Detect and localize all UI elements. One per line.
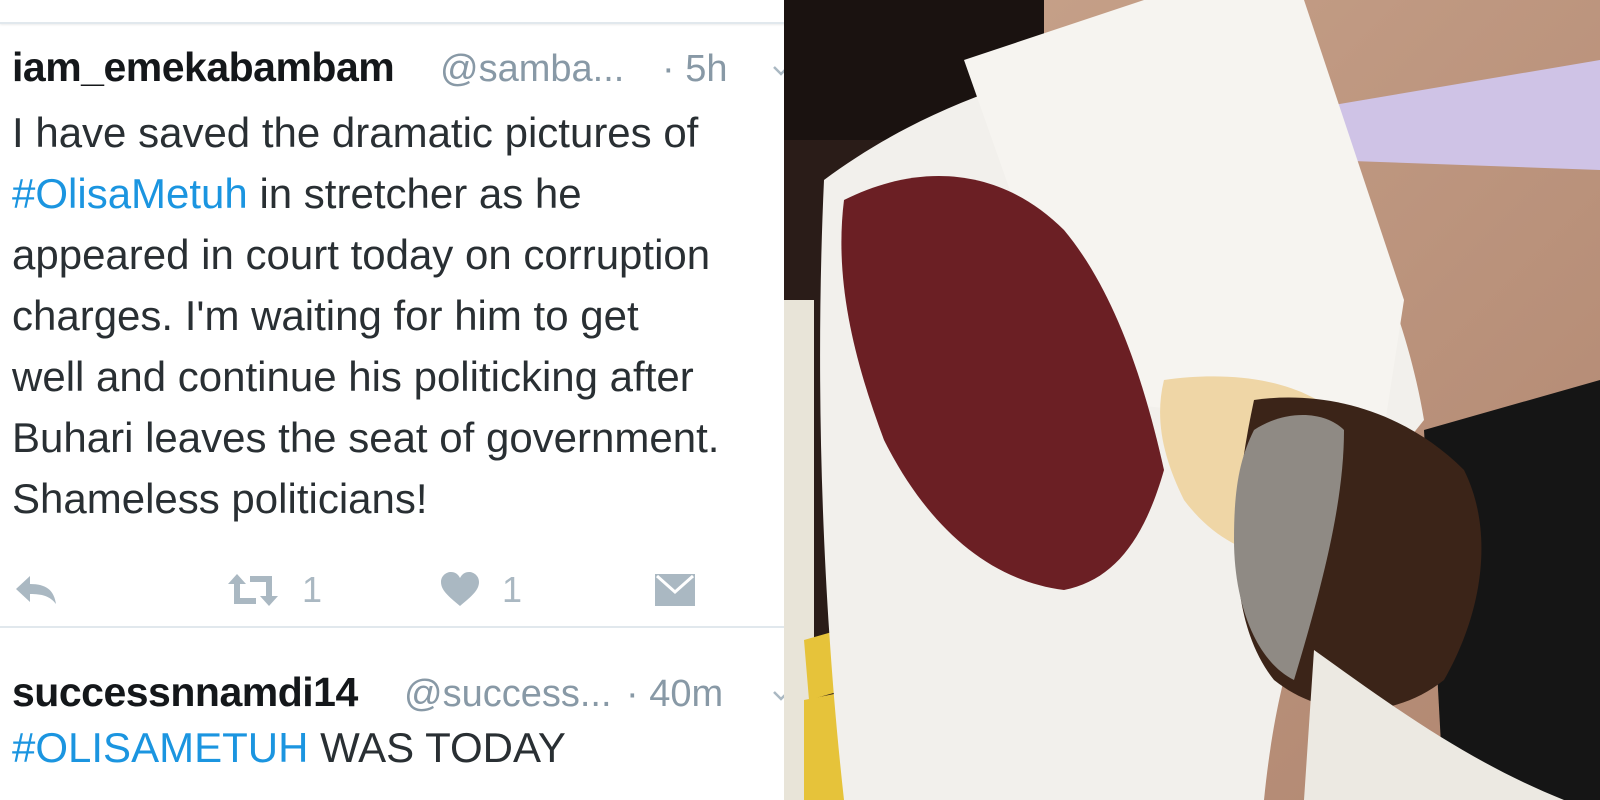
tweet-divider bbox=[0, 626, 800, 628]
tweet-timeline: iam_emekabambam @samba... · 5h I have sa… bbox=[0, 0, 800, 800]
retweet-button[interactable]: 1 bbox=[226, 560, 322, 620]
tweet-actions: 1 1 bbox=[0, 560, 800, 620]
retweet-count: 1 bbox=[302, 569, 323, 610]
hashtag-link[interactable]: #OlisaMetuh bbox=[12, 170, 248, 217]
text-segment: well and continue his politicking after bbox=[12, 353, 694, 400]
tweet-text: #OLISAMETUH WAS TODAY bbox=[12, 717, 792, 778]
tweet-text-line: appeared in court today on corruption bbox=[12, 224, 792, 285]
timeline-top-divider bbox=[0, 0, 800, 24]
text-segment: Buhari leaves the seat of government. bbox=[12, 414, 720, 461]
envelope-icon bbox=[655, 574, 695, 606]
tweet-item[interactable]: successnnamdi14 @success... · 40m #OLISA… bbox=[0, 665, 800, 771]
text-segment: WAS TODAY bbox=[308, 724, 566, 771]
tweet-handle[interactable]: @success... bbox=[404, 673, 612, 716]
tweet-text-line: #OLISAMETUH WAS TODAY bbox=[12, 717, 792, 778]
tweet-username[interactable]: successnnamdi14 bbox=[12, 669, 358, 716]
tweet-timestamp[interactable]: · 5h bbox=[662, 48, 727, 91]
tweet-header: successnnamdi14 @success... · 40m bbox=[0, 665, 800, 725]
tweet-username[interactable]: iam_emekabambam bbox=[12, 44, 395, 91]
tweet-text-line: Shameless politicians! bbox=[12, 468, 792, 529]
direct-message-button[interactable] bbox=[654, 560, 696, 620]
tweet-text-line: I have saved the dramatic pictures of bbox=[12, 102, 792, 163]
like-button[interactable]: 1 bbox=[440, 560, 522, 620]
stretcher-photo bbox=[784, 0, 1600, 800]
reply-button[interactable] bbox=[14, 560, 58, 620]
tweet-text-line: Buhari leaves the seat of government. bbox=[12, 407, 792, 468]
tweet-item[interactable]: iam_emekabambam @samba... · 5h I have sa… bbox=[0, 40, 800, 610]
tweet-text-line: well and continue his politicking after bbox=[12, 346, 792, 407]
tweet-handle[interactable]: @samba... bbox=[440, 48, 624, 91]
retweet-icon bbox=[228, 574, 278, 606]
text-segment: charges. I'm waiting for him to get bbox=[12, 292, 639, 339]
tweet-timestamp[interactable]: · 40m bbox=[626, 673, 723, 716]
tweet-photo[interactable] bbox=[784, 0, 1600, 800]
text-segment: in stretcher as he bbox=[247, 170, 582, 217]
text-segment: Shameless politicians! bbox=[12, 475, 428, 522]
tweet-text-line: #OlisaMetuh in stretcher as he bbox=[12, 163, 792, 224]
tweet-text: I have saved the dramatic pictures of #O… bbox=[12, 102, 792, 529]
tweet-header: iam_emekabambam @samba... · 5h bbox=[0, 40, 800, 100]
text-segment: I have saved the dramatic pictures of bbox=[12, 109, 699, 156]
tweet-text-line: charges. I'm waiting for him to get bbox=[12, 285, 792, 346]
text-segment: appeared in court today on corruption bbox=[12, 231, 711, 278]
reply-icon bbox=[16, 576, 56, 604]
heart-icon bbox=[441, 572, 479, 606]
hashtag-link[interactable]: #OLISAMETUH bbox=[12, 724, 308, 771]
like-count: 1 bbox=[502, 569, 523, 610]
